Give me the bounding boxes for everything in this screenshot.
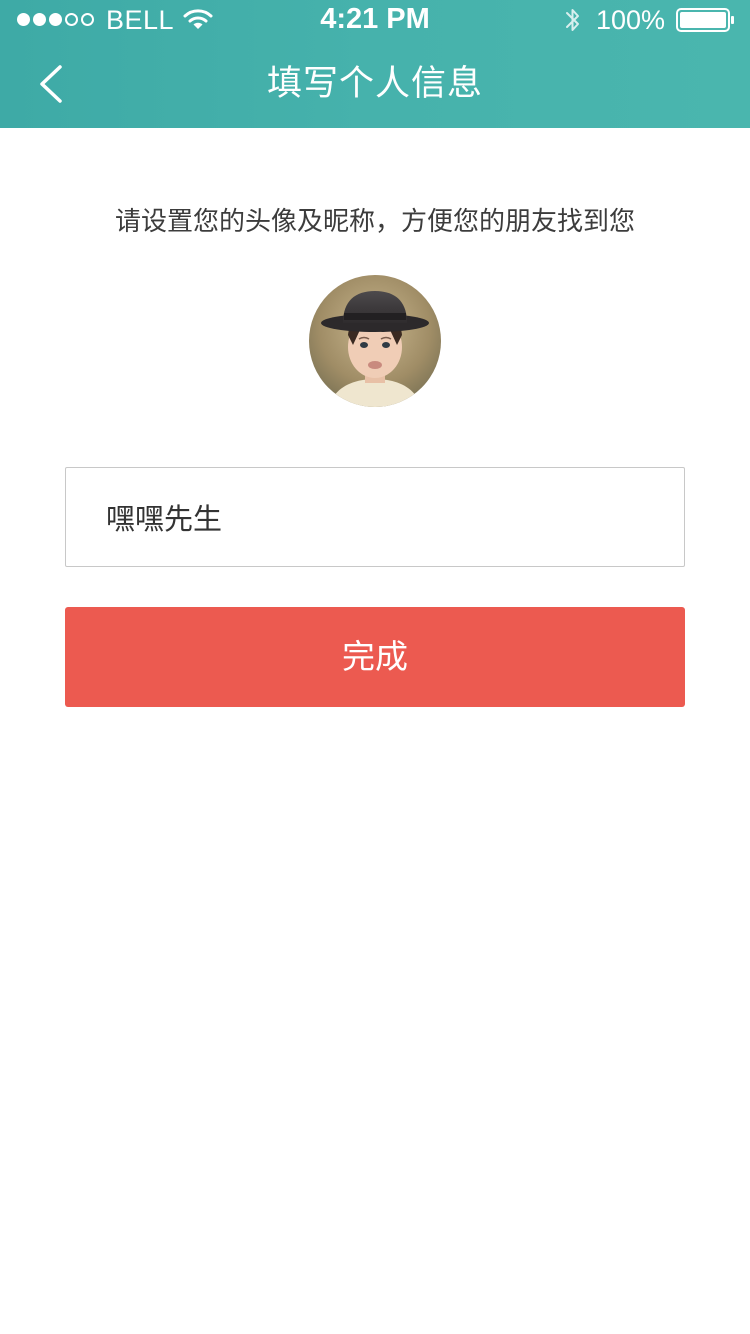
battery-icon [676,8,734,32]
navigation-bar: 填写个人信息 [0,40,750,128]
bluetooth-icon [566,9,579,31]
battery-percentage: 100% [596,5,666,35]
status-bar: BELL 4:21 PM 100% [0,0,750,40]
done-button[interactable]: 完成 [65,607,685,707]
screen: BELL 4:21 PM 100% 填写个人信息 请设置您的头像及昵称，方便您的… [0,0,750,1334]
avatar-image [309,275,441,407]
instruction-text: 请设置您的头像及昵称，方便您的朋友找到您 [114,207,635,237]
avatar[interactable] [309,275,441,407]
header: BELL 4:21 PM 100% 填写个人信息 [0,0,750,128]
nickname-input[interactable] [65,467,685,567]
page-title: 填写个人信息 [266,64,483,104]
